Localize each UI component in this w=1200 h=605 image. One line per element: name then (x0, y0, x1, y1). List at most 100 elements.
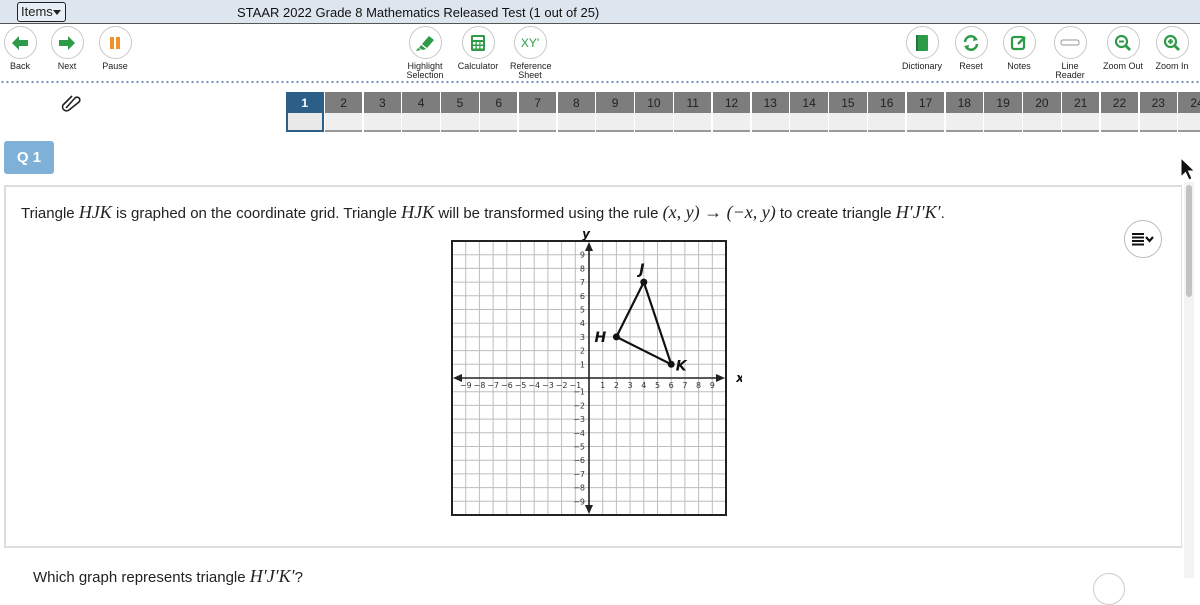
question-tab-2[interactable]: 2 (324, 92, 363, 132)
refresh-icon (963, 34, 979, 51)
vertex-label-j: J (636, 262, 644, 278)
notes-icon (1010, 35, 1026, 50)
math-rule: (x, y) → (−x, y) (662, 202, 776, 222)
question-tab-number: 5 (441, 92, 479, 113)
question-tab-4[interactable]: 4 (402, 92, 440, 132)
y-tick-label: −2 (573, 401, 585, 410)
question-tab-status (867, 113, 906, 132)
question-tab-21[interactable]: 21 (1061, 92, 1100, 132)
question-tab-18[interactable]: 18 (945, 92, 984, 132)
y-tick-label: 4 (580, 319, 585, 328)
question-tab-status (635, 113, 673, 132)
y-axis-arrow-down (585, 505, 593, 514)
question-tab-status (518, 113, 557, 132)
question-tab-number: 21 (1061, 92, 1100, 113)
question-tab-5[interactable]: 5 (441, 92, 479, 132)
question-tab-status (288, 113, 322, 132)
question-tab-1[interactable]: 1 (286, 92, 324, 132)
x-tick-label: −2 (556, 381, 568, 390)
y-tick-label: −6 (573, 456, 585, 465)
x-axis-label: x (735, 371, 742, 385)
options-menu-button[interactable] (1124, 220, 1162, 258)
question-tab-16[interactable]: 16 (867, 92, 906, 132)
scrollbar-thumb[interactable] (1186, 185, 1192, 297)
question-tab-22[interactable]: 22 (1100, 92, 1139, 132)
question-tab-status (596, 113, 634, 132)
question-panel: Triangle HJK is graphed on the coordinat… (4, 185, 1182, 548)
y-tick-label: −4 (573, 429, 585, 438)
x-tick-label: −5 (515, 381, 527, 390)
x-tick-label: 5 (655, 381, 660, 390)
question-tab-number: 4 (402, 92, 440, 113)
y-tick-label: 6 (580, 292, 585, 301)
coordinate-grid: yx−9−8−7−6−5−4−3−2−1123456789−9−8−7−6−5−… (451, 227, 742, 516)
question-tab-7[interactable]: 7 (518, 92, 557, 132)
question-tab-17[interactable]: 17 (906, 92, 945, 132)
y-tick-label: 5 (580, 306, 585, 315)
y-tick-label: −8 (573, 484, 585, 493)
question-tab-status (751, 113, 790, 132)
question-tab-number: 6 (479, 92, 518, 113)
question-tab-status (1178, 113, 1200, 132)
answer-prompt: Which graph represents triangle H′J′K′? (33, 566, 303, 587)
vertex-point-j (640, 278, 648, 286)
items-dropdown[interactable]: Items (17, 2, 66, 22)
pause-icon (110, 36, 120, 49)
x-tick-label: 4 (641, 381, 646, 390)
scrollbar[interactable] (1184, 182, 1194, 578)
x-tick-label: −6 (501, 381, 513, 390)
question-tab-3[interactable]: 3 (363, 92, 402, 132)
question-tab-9[interactable]: 9 (596, 92, 634, 132)
question-tab-6[interactable]: 6 (479, 92, 518, 132)
highlight-selection-button[interactable]: Highlight Selection (405, 26, 445, 80)
y-axis-arrow-up (585, 242, 593, 251)
zoom-out-icon (1114, 34, 1131, 51)
stem-text: to create triangle (775, 205, 896, 222)
stem-text: is graphed on the coordinate grid. Trian… (111, 205, 402, 222)
question-tab-number: 19 (984, 92, 1022, 113)
question-tab-status (790, 113, 828, 132)
question-tab-13[interactable]: 13 (751, 92, 790, 132)
zoom-in-label: Zoom In (1155, 61, 1189, 71)
x-tick-label: 6 (669, 381, 674, 390)
question-tab-19[interactable]: 19 (984, 92, 1022, 132)
question-tab-number: 16 (867, 92, 906, 113)
question-tab-8[interactable]: 8 (557, 92, 596, 132)
x-tick-label: 8 (696, 381, 701, 390)
items-dropdown-label: Items (21, 4, 53, 19)
highlighter-icon (416, 35, 434, 51)
question-tab-11[interactable]: 11 (673, 92, 712, 132)
y-tick-label: −5 (573, 443, 585, 452)
vertex-label-h: H (595, 330, 607, 346)
question-tab-12[interactable]: 12 (712, 92, 751, 132)
question-tab-status (557, 113, 596, 132)
x-tick-label: 1 (600, 381, 605, 390)
question-tab-status (363, 113, 402, 132)
question-tab-number: 18 (945, 92, 984, 113)
pause-button[interactable]: Pause (95, 26, 135, 71)
question-tab-14[interactable]: 14 (790, 92, 828, 132)
line-reader-icon (1060, 38, 1080, 46)
question-tab-24[interactable]: 24 (1178, 92, 1200, 132)
question-tab-15[interactable]: 15 (829, 92, 867, 132)
top-bar: Items STAAR 2022 Grade 8 Mathematics Rel… (0, 0, 1200, 24)
question-tab-10[interactable]: 10 (635, 92, 673, 132)
attachment-button[interactable] (60, 94, 82, 117)
stem-text: Triangle (21, 205, 79, 222)
y-tick-label: 2 (580, 347, 585, 356)
reference-sheet-text: Reference Sheet (510, 61, 552, 80)
x-tick-label: −3 (542, 381, 554, 390)
line-reader-button[interactable]: Line Reader (1050, 26, 1090, 80)
question-tab-status (945, 113, 984, 132)
vertex-point-h (612, 333, 620, 341)
question-tab-number: 10 (635, 92, 673, 113)
question-tab-number: 13 (751, 92, 790, 113)
reference-sheet-button[interactable]: XY' Reference Sheet (510, 26, 552, 80)
question-tab-status (829, 113, 867, 132)
question-tab-23[interactable]: 23 (1139, 92, 1178, 132)
question-tab-status (1139, 113, 1178, 132)
zoom-in-button[interactable]: Zoom In (1152, 26, 1192, 71)
question-tab-20[interactable]: 20 (1023, 92, 1061, 132)
question-tab-status (673, 113, 712, 132)
mouse-cursor-icon (1180, 156, 1196, 188)
